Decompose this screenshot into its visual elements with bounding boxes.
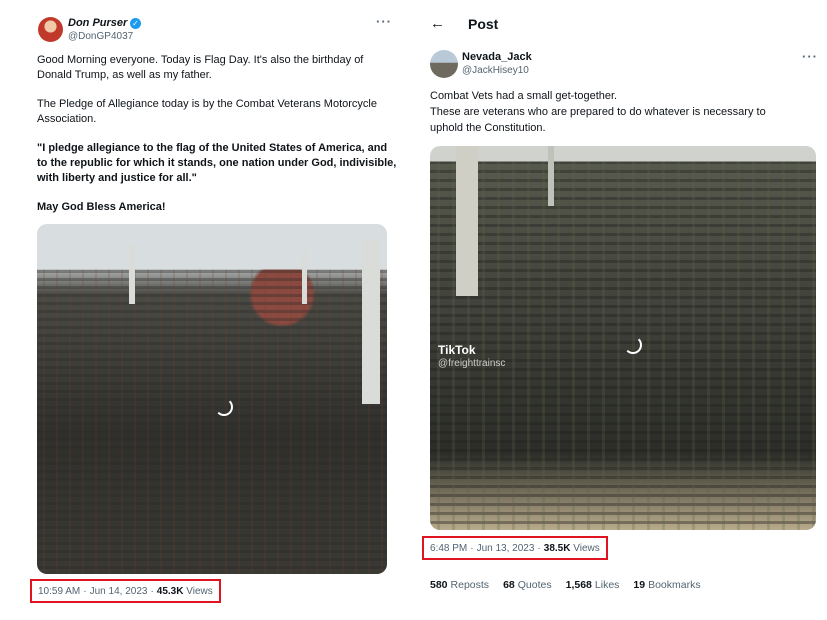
- right-tweet: ← Post Nevada_Jack @JackHisey10 ··· Comb…: [412, 0, 824, 620]
- tweet-text-line: Donald Trump, as well as my father.: [37, 69, 212, 81]
- tweet-text-line: Good Morning everyone. Today is Flag Day…: [37, 54, 364, 66]
- post-time: 10:59 AM: [38, 585, 81, 597]
- pledge-text-line: with liberty and justice for all.": [37, 172, 197, 184]
- loading-spinner-icon: [624, 336, 642, 354]
- tweet-text-line: uphold the Constitution.: [430, 122, 546, 134]
- page-title: Post: [468, 16, 499, 32]
- reposts-stat[interactable]: 580 Reposts: [430, 579, 489, 591]
- engagement-stats: 580 Reposts 68 Quotes 1,568 Likes 19 Bookmar…: [430, 579, 701, 591]
- views-count: 45.3K: [156, 585, 184, 597]
- hall-pillar: [129, 244, 135, 304]
- hall-pillar: [456, 146, 478, 296]
- avatar[interactable]: [38, 17, 63, 42]
- video-player[interactable]: [37, 224, 387, 574]
- tiktok-logo: TikTok: [438, 343, 476, 357]
- more-options-icon[interactable]: ···: [376, 14, 392, 29]
- pledge-text-line: to the republic for which it stands, one…: [37, 157, 397, 169]
- author-name[interactable]: Nevada_Jack: [462, 51, 532, 63]
- hall-pillar: [302, 249, 307, 304]
- likes-stat[interactable]: 1,568 Likes: [566, 579, 620, 591]
- closing-line: May God Bless America!: [37, 201, 166, 213]
- avatar[interactable]: [430, 50, 458, 78]
- views-label: Views: [186, 585, 213, 597]
- timestamp-highlight[interactable]: 10:59 AM · Jun 14, 2023 · 45.3K Views: [30, 579, 221, 603]
- verified-badge-icon: ✓: [130, 18, 141, 29]
- tiktok-handle: @freighttrainsc: [438, 358, 506, 369]
- bookmarks-stat[interactable]: 19 Bookmarks: [633, 579, 700, 591]
- tweet-text-line: Association.: [37, 113, 97, 125]
- tweet-text-line: Combat Vets had a small get-together.: [430, 90, 618, 102]
- post-date: Jun 14, 2023: [89, 585, 148, 597]
- post-time: 6:48 PM: [430, 542, 468, 554]
- post-date: Jun 13, 2023: [476, 542, 535, 554]
- author-name[interactable]: Don Purser: [68, 17, 127, 29]
- pledge-text-line: "I pledge allegiance to the flag of the …: [37, 142, 388, 154]
- views-label: Views: [573, 542, 600, 554]
- back-arrow-icon[interactable]: ←: [430, 15, 445, 32]
- video-player[interactable]: TikTok @freighttrainsc: [430, 146, 816, 530]
- views-count: 38.5K: [543, 542, 571, 554]
- more-options-icon[interactable]: ···: [802, 49, 818, 64]
- tweet-text-line: These are veterans who are prepared to d…: [430, 106, 766, 118]
- left-tweet: Don Purser ✓ @DonGP4037 ··· Good Morning…: [20, 0, 402, 620]
- hall-pillar: [362, 239, 380, 404]
- hall-pillar: [548, 146, 554, 206]
- author-handle[interactable]: @JackHisey10: [462, 65, 529, 76]
- tweet-text-line: The Pledge of Allegiance today is by the…: [37, 98, 377, 110]
- author-handle[interactable]: @DonGP4037: [68, 31, 133, 42]
- timestamp-highlight[interactable]: 6:48 PM · Jun 13, 2023 · 38.5K Views: [422, 536, 608, 560]
- loading-spinner-icon: [215, 398, 233, 416]
- quotes-stat[interactable]: 68 Quotes: [503, 579, 552, 591]
